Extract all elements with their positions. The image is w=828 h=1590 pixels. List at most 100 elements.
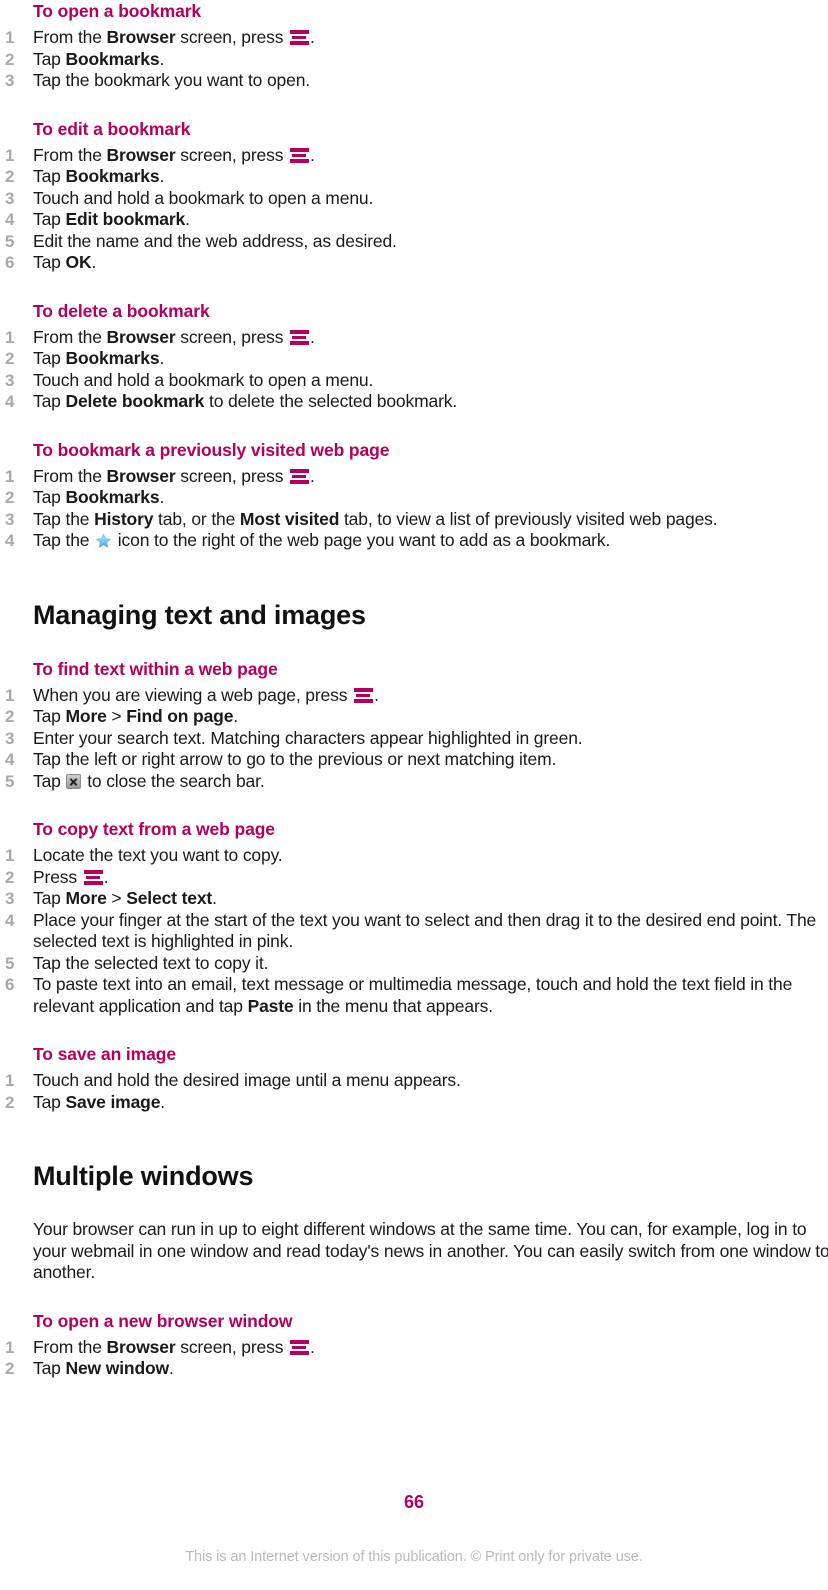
- section-heading-to-open-new-browser-window: To open a new browser window: [33, 1310, 293, 1331]
- list-item: 2 Tap Bookmarks.: [0, 348, 828, 370]
- step-text: Tap Delete bookmark to delete the select…: [33, 391, 458, 411]
- step-list-to-bookmark-previously-visited: 1 From the Browser screen, press . 2 Tap…: [0, 466, 828, 552]
- step-number: 3: [5, 71, 15, 90]
- footer-note: This is an Internet version of this publ…: [185, 1549, 643, 1565]
- list-item: 2 Press .: [0, 867, 828, 889]
- step-number: 6: [5, 253, 15, 272]
- step-list-to-edit-a-bookmark: 1 From the Browser screen, press . 2 Tap…: [0, 145, 828, 274]
- step-text: Tap Bookmarks.: [33, 487, 165, 507]
- list-item: 6 Tap OK.: [0, 252, 828, 274]
- step-text: Tap Bookmarks.: [33, 166, 165, 186]
- step-text: Enter your search text. Matching charact…: [33, 727, 583, 748]
- list-item: 3 Touch and hold a bookmark to open a me…: [0, 188, 828, 210]
- step-text: Touch and hold a bookmark to open a menu…: [33, 369, 374, 390]
- list-item: 4 Place your finger at the start of the …: [0, 910, 828, 953]
- step-number: 4: [5, 392, 15, 411]
- section-heading-to-copy-text: To copy text from a web page: [33, 819, 275, 839]
- step-text: Tap the History tab, or the Most visited…: [33, 508, 718, 529]
- list-item: 2 Tap More > Find on page.: [0, 706, 828, 728]
- step-text: Tap the icon to the right of the web pag…: [33, 530, 611, 550]
- list-item: 4 Tap Delete bookmark to delete the sele…: [0, 391, 828, 413]
- list-item: 2 Tap Bookmarks.: [0, 166, 828, 188]
- close-icon: [66, 773, 82, 789]
- list-item: 4 Tap the left or right arrow to go to t…: [0, 749, 828, 771]
- step-number: 3: [5, 728, 15, 748]
- step-text: Tap the selected text to copy it.: [33, 952, 269, 973]
- menu-icon: [83, 869, 103, 885]
- step-text: Tap to close the search bar.: [33, 770, 265, 791]
- list-item: 1 From the Browser screen, press .: [0, 1337, 828, 1359]
- step-number: 3: [5, 889, 15, 908]
- step-number: 2: [5, 867, 15, 887]
- step-number: 2: [5, 49, 15, 69]
- step-text: Tap the bookmark you want to open.: [33, 70, 311, 90]
- menu-icon: [354, 687, 374, 703]
- step-text: Tap New window.: [33, 1358, 174, 1378]
- step-text: Tap Bookmarks.: [33, 48, 165, 69]
- step-list-to-delete-a-bookmark: 1 From the Browser screen, press . 2 Tap…: [0, 327, 828, 413]
- step-number: 5: [5, 771, 15, 791]
- step-text: From the Browser screen, press .: [33, 465, 315, 486]
- step-number: 1: [5, 145, 15, 165]
- list-item: 1 From the Browser screen, press .: [0, 466, 828, 488]
- menu-icon: [290, 30, 310, 45]
- step-number: 2: [5, 167, 15, 186]
- list-item: 2 Tap Bookmarks.: [0, 487, 828, 509]
- list-item: 5 Tap the selected text to copy it.: [0, 953, 828, 975]
- step-text: When you are viewing a web page, press .: [33, 684, 379, 705]
- paragraph-multiple-windows: Your browser can run in up to eight diff…: [33, 1219, 828, 1282]
- step-number: 1: [5, 1071, 15, 1090]
- list-item: 2 Tap Save image.: [0, 1092, 828, 1114]
- step-text: From the Browser screen, press .: [33, 27, 315, 47]
- list-item: 3 Tap the bookmark you want to open.: [0, 70, 828, 92]
- step-text: Tap OK.: [33, 252, 97, 272]
- list-item: 4 Tap Edit bookmark.: [0, 209, 828, 231]
- step-list-to-copy-text: 1 Locate the text you want to copy. 2 Pr…: [0, 845, 828, 1017]
- list-item: 1 From the Browser screen, press .: [0, 27, 828, 49]
- step-number: 2: [5, 488, 15, 507]
- section-heading-to-delete-a-bookmark: To delete a bookmark: [33, 300, 210, 321]
- list-item: 3 Enter your search text. Matching chara…: [0, 728, 828, 750]
- step-number: 6: [5, 975, 15, 994]
- chapter-title-multiple-windows: Multiple windows: [33, 1161, 254, 1191]
- step-number: 3: [5, 509, 15, 529]
- step-number: 2: [5, 1092, 15, 1112]
- step-text: From the Browser screen, press .: [33, 1336, 315, 1357]
- step-number: 1: [5, 327, 15, 347]
- step-number: 1: [5, 466, 15, 486]
- list-item: 1 Touch and hold the desired image until…: [0, 1070, 828, 1092]
- list-item: 1 From the Browser screen, press .: [0, 327, 828, 349]
- step-list-to-find-text: 1 When you are viewing a web page, press…: [0, 685, 828, 793]
- step-list-to-save-an-image: 1 Touch and hold the desired image until…: [0, 1070, 828, 1113]
- list-item: 2 Tap New window.: [0, 1358, 828, 1380]
- step-number: 2: [5, 1359, 15, 1378]
- step-text: Press .: [33, 866, 109, 887]
- step-text: Tap Save image.: [33, 1091, 166, 1112]
- page-number: 66: [403, 1492, 425, 1512]
- menu-icon: [290, 147, 310, 163]
- step-text: Tap Edit bookmark.: [33, 209, 190, 229]
- step-list-to-open-a-bookmark: 1 From the Browser screen, press . 2 Tap…: [0, 27, 828, 92]
- step-text: To paste text into an email, text messag…: [33, 974, 793, 1016]
- step-number: 5: [5, 231, 15, 251]
- step-text: From the Browser screen, press .: [33, 326, 315, 347]
- list-item: 1 When you are viewing a web page, press…: [0, 685, 828, 707]
- list-item: 3 Touch and hold a bookmark to open a me…: [0, 370, 828, 392]
- step-number: 4: [5, 531, 15, 550]
- step-number: 1: [5, 846, 15, 865]
- step-number: 3: [5, 370, 15, 390]
- step-text: From the Browser screen, press .: [33, 144, 315, 165]
- list-item: 5 Tap to close the search bar.: [0, 771, 828, 793]
- page-content: To open a bookmark 1 From the Browser sc…: [0, 0, 828, 1380]
- star-icon: [95, 532, 112, 549]
- step-number: 1: [5, 28, 15, 47]
- section-heading-to-edit-a-bookmark: To edit a bookmark: [33, 118, 191, 139]
- step-text: Tap More > Find on page.: [33, 706, 239, 726]
- step-number: 5: [5, 953, 15, 973]
- document-page: To open a bookmark 1 From the Browser sc…: [0, 0, 828, 1590]
- step-text: Tap the left or right arrow to go to the…: [33, 749, 557, 769]
- step-text: Edit the name and the web address, as de…: [33, 230, 397, 251]
- step-number: 4: [5, 750, 15, 769]
- section-heading-to-bookmark-previously-visited: To bookmark a previously visited web pag…: [33, 439, 390, 460]
- step-number: 2: [5, 707, 15, 726]
